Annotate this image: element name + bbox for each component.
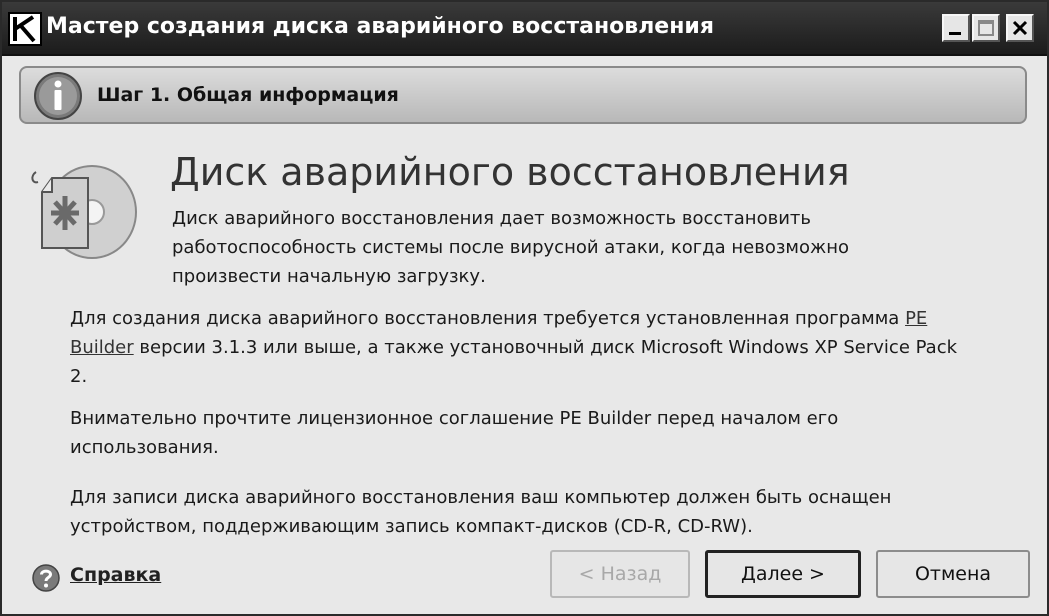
minimize-icon <box>949 32 961 35</box>
wizard-window: Мастер создания диска аварийного восстан… <box>0 0 1049 616</box>
info-icon <box>34 72 82 120</box>
requirements-text-start: Для создания диска аварийного восстановл… <box>70 308 906 329</box>
kaspersky-icon <box>8 12 42 46</box>
maximize-button[interactable] <box>972 14 1000 42</box>
close-button[interactable] <box>1006 14 1034 42</box>
cd-writer-paragraph: Для записи диска аварийного восстановлен… <box>70 487 892 537</box>
cancel-button[interactable]: Отмена <box>876 550 1030 598</box>
step-title: Шаг 1. Общая информация <box>97 84 399 106</box>
help-icon[interactable] <box>32 564 60 592</box>
license-paragraph: Внимательно прочтите лицензионное соглаш… <box>70 408 839 458</box>
minimize-button[interactable] <box>942 14 970 42</box>
requirements-text-end: версии 3.1.3 или выше, а также установоч… <box>70 337 958 387</box>
hero-title: Диск аварийного восстановления <box>170 150 850 194</box>
window-title: Мастер создания диска аварийного восстан… <box>46 14 714 39</box>
next-button[interactable]: Далее > <box>705 550 861 598</box>
maximize-icon <box>978 20 994 36</box>
rescue-disk-icon <box>31 165 137 259</box>
close-icon <box>1012 20 1028 36</box>
hero-description: Диск аварийного восстановления дает возм… <box>172 208 849 287</box>
requirements-paragraph: Для создания диска аварийного восстановл… <box>70 304 970 391</box>
title-bar[interactable]: Мастер создания диска аварийного восстан… <box>2 2 1047 56</box>
step-banner: Шаг 1. Общая информация <box>19 66 1027 124</box>
help-link[interactable]: Справка <box>70 564 161 586</box>
back-button[interactable]: < Назад <box>550 550 690 598</box>
